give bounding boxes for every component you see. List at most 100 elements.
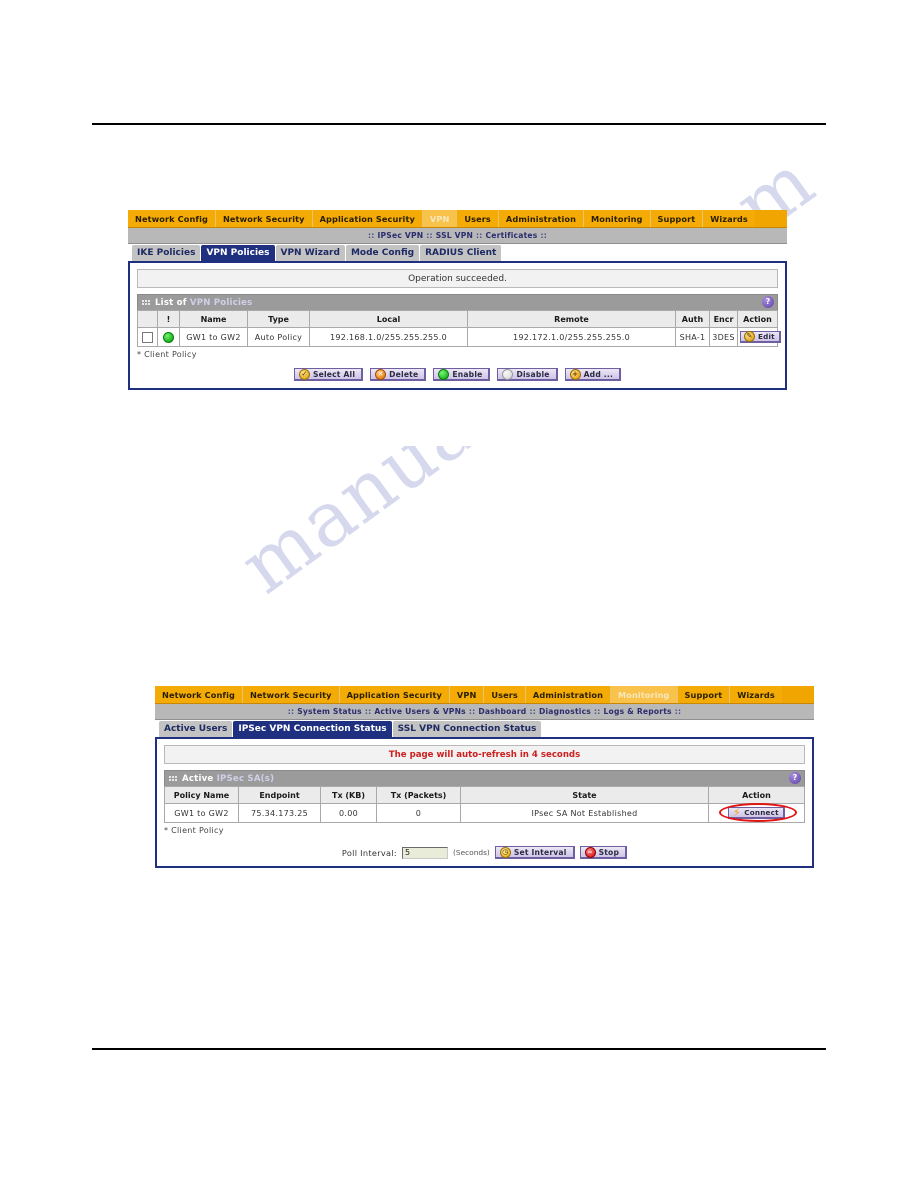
row-state: IPsec SA Not Established	[460, 803, 709, 823]
stop-icon: ‒	[584, 846, 596, 858]
th-remote: Remote	[467, 310, 676, 328]
section-title: Active IPSec SA(s)	[182, 773, 275, 784]
subnav-dashboard[interactable]: Dashboard	[478, 707, 526, 716]
disable-button[interactable]: Disable	[497, 368, 558, 381]
nav2-users[interactable]: Users	[484, 686, 526, 703]
table-header-row: Policy Name Endpoint Tx (KB) Tx (Packets…	[164, 786, 805, 804]
disable-label: Disable	[516, 369, 550, 379]
help-icon[interactable]: ?	[762, 296, 774, 308]
nav2-support[interactable]: Support	[677, 686, 731, 703]
nav-users[interactable]: Users	[457, 210, 499, 227]
tab-vpn-policies[interactable]: VPN Policies	[201, 245, 275, 261]
fig1-main-nav: Network Config Network Security Applicat…	[128, 210, 787, 228]
nav2-monitoring[interactable]: Monitoring	[611, 686, 678, 703]
th-policy-name: Policy Name	[164, 786, 239, 804]
nav-application-security[interactable]: Application Security	[312, 210, 423, 227]
row-remote: 192.172.1.0/255.255.255.0	[467, 327, 676, 347]
tab-vpn-wizard[interactable]: VPN Wizard	[275, 245, 345, 261]
subnav-logs-reports[interactable]: Logs & Reports	[604, 707, 672, 716]
th-tx-packets: Tx (Packets)	[376, 786, 461, 804]
fig1-tab-row: IKE Policies VPN Policies VPN Wizard Mod…	[128, 244, 787, 261]
header-rule	[92, 123, 826, 125]
poll-interval-input[interactable]	[402, 846, 448, 859]
subnav-system-status[interactable]: System Status	[297, 707, 362, 716]
nav-monitoring[interactable]: Monitoring	[584, 210, 651, 227]
row-checkbox-cell[interactable]	[137, 327, 158, 347]
row-tx-packets: 0	[376, 803, 461, 823]
connect-button[interactable]: ⚡ Connect	[728, 806, 785, 819]
select-all-label: Select All	[312, 369, 356, 379]
th-action: Action	[737, 310, 778, 328]
figure-vpn-policies: Network Config Network Security Applicat…	[128, 210, 787, 446]
fig1-panel: Operation succeeded. List of VPN Policie…	[128, 261, 787, 390]
subnav-ipsec-vpn[interactable]: IPSec VPN	[378, 231, 424, 240]
fig2-tab-row: Active Users IPSec VPN Connection Status…	[155, 720, 814, 737]
stop-button[interactable]: ‒ Stop	[579, 846, 628, 859]
set-interval-label: Set Interval	[513, 847, 567, 857]
row-action-cell: ⚡ Connect	[708, 803, 805, 823]
nav-network-security[interactable]: Network Security	[215, 210, 313, 227]
tab-radius-client[interactable]: RADIUS Client	[420, 245, 502, 261]
fig2-panel: The page will auto-refresh in 4 seconds …	[155, 737, 814, 868]
th-select	[137, 310, 158, 328]
row-auth: SHA-1	[675, 327, 710, 347]
tab-mode-config[interactable]: Mode Config	[345, 245, 420, 261]
select-all-button[interactable]: ✓ Select All	[293, 368, 364, 381]
poll-interval-row: Poll Interval: (Seconds) ◷ Set Interval …	[164, 846, 805, 859]
row-type: Auto Policy	[247, 327, 310, 347]
stop-label: Stop	[598, 847, 620, 857]
tab-ssl-vpn-connection-status[interactable]: SSL VPN Connection Status	[392, 721, 542, 737]
help-icon[interactable]: ?	[789, 772, 801, 784]
nav2-network-security[interactable]: Network Security	[242, 686, 340, 703]
active-ipsec-sa-table: Policy Name Endpoint Tx (KB) Tx (Packets…	[164, 786, 805, 823]
edit-button-label: Edit	[758, 332, 775, 341]
nav-support[interactable]: Support	[650, 210, 704, 227]
nav2-administration[interactable]: Administration	[525, 686, 612, 703]
tab-ipsec-vpn-connection-status[interactable]: IPSec VPN Connection Status	[233, 721, 392, 737]
operation-message-box: Operation succeeded.	[137, 269, 778, 288]
nav2-application-security[interactable]: Application Security	[339, 686, 450, 703]
lightning-bolt-icon: ⚡	[732, 806, 741, 819]
row-name: GW1 to GW2	[179, 327, 248, 347]
auto-refresh-message: The page will auto-refresh in 4 seconds	[388, 749, 581, 760]
section-title: List of VPN Policies	[155, 297, 253, 308]
row-action-cell: ✎ Edit	[737, 327, 781, 347]
nav-vpn[interactable]: VPN	[422, 210, 458, 227]
subnav-certificates[interactable]: Certificates	[486, 231, 538, 240]
enable-label: Enable	[452, 369, 483, 379]
th-state: State	[460, 786, 709, 804]
table-header-row: ! Name Type Local Remote Auth Encr Actio…	[137, 310, 778, 328]
th-tx-kb: Tx (KB)	[320, 786, 377, 804]
nav2-vpn[interactable]: VPN	[449, 686, 485, 703]
nav2-wizards[interactable]: Wizards	[730, 686, 782, 703]
gray-circle-icon	[502, 368, 514, 380]
nav2-network-config[interactable]: Network Config	[155, 686, 243, 703]
footer-rule	[92, 1048, 826, 1050]
set-interval-button[interactable]: ◷ Set Interval	[494, 846, 575, 859]
tab-active-users[interactable]: Active Users	[159, 721, 233, 737]
subnav-diagnostics[interactable]: Diagnostics	[539, 707, 591, 716]
th-endpoint: Endpoint	[238, 786, 321, 804]
delete-label: Delete	[389, 369, 419, 379]
row-checkbox[interactable]	[142, 331, 153, 343]
nav-wizards[interactable]: Wizards	[703, 210, 755, 227]
nav-network-config[interactable]: Network Config	[128, 210, 216, 227]
delete-button[interactable]: ✕ Delete	[370, 368, 427, 381]
check-circle-icon: ✓	[298, 368, 310, 380]
vpn-policies-table: ! Name Type Local Remote Auth Encr Actio…	[137, 310, 781, 347]
subnav-ssl-vpn[interactable]: SSL VPN	[436, 231, 473, 240]
vpn-policies-section-header: List of VPN Policies ?	[137, 294, 778, 310]
fig2-sub-nav: :: System Status :: Active Users & VPNs …	[155, 704, 814, 720]
clock-icon: ◷	[499, 846, 511, 858]
nav-administration[interactable]: Administration	[498, 210, 585, 227]
add-button[interactable]: + Add ...	[564, 368, 622, 381]
operation-message: Operation succeeded.	[408, 273, 507, 284]
th-auth: Auth	[675, 310, 710, 328]
poll-interval-label: Poll Interval:	[341, 847, 397, 858]
edit-button[interactable]: ✎ Edit	[740, 331, 781, 343]
subnav-active-users-vpns[interactable]: Active Users & VPNs	[374, 707, 465, 716]
row-local: 192.168.1.0/255.255.255.0	[309, 327, 468, 347]
enable-button[interactable]: Enable	[433, 368, 491, 381]
tab-ike-policies[interactable]: IKE Policies	[132, 245, 201, 261]
active-sa-section-header: Active IPSec SA(s) ?	[164, 770, 805, 786]
